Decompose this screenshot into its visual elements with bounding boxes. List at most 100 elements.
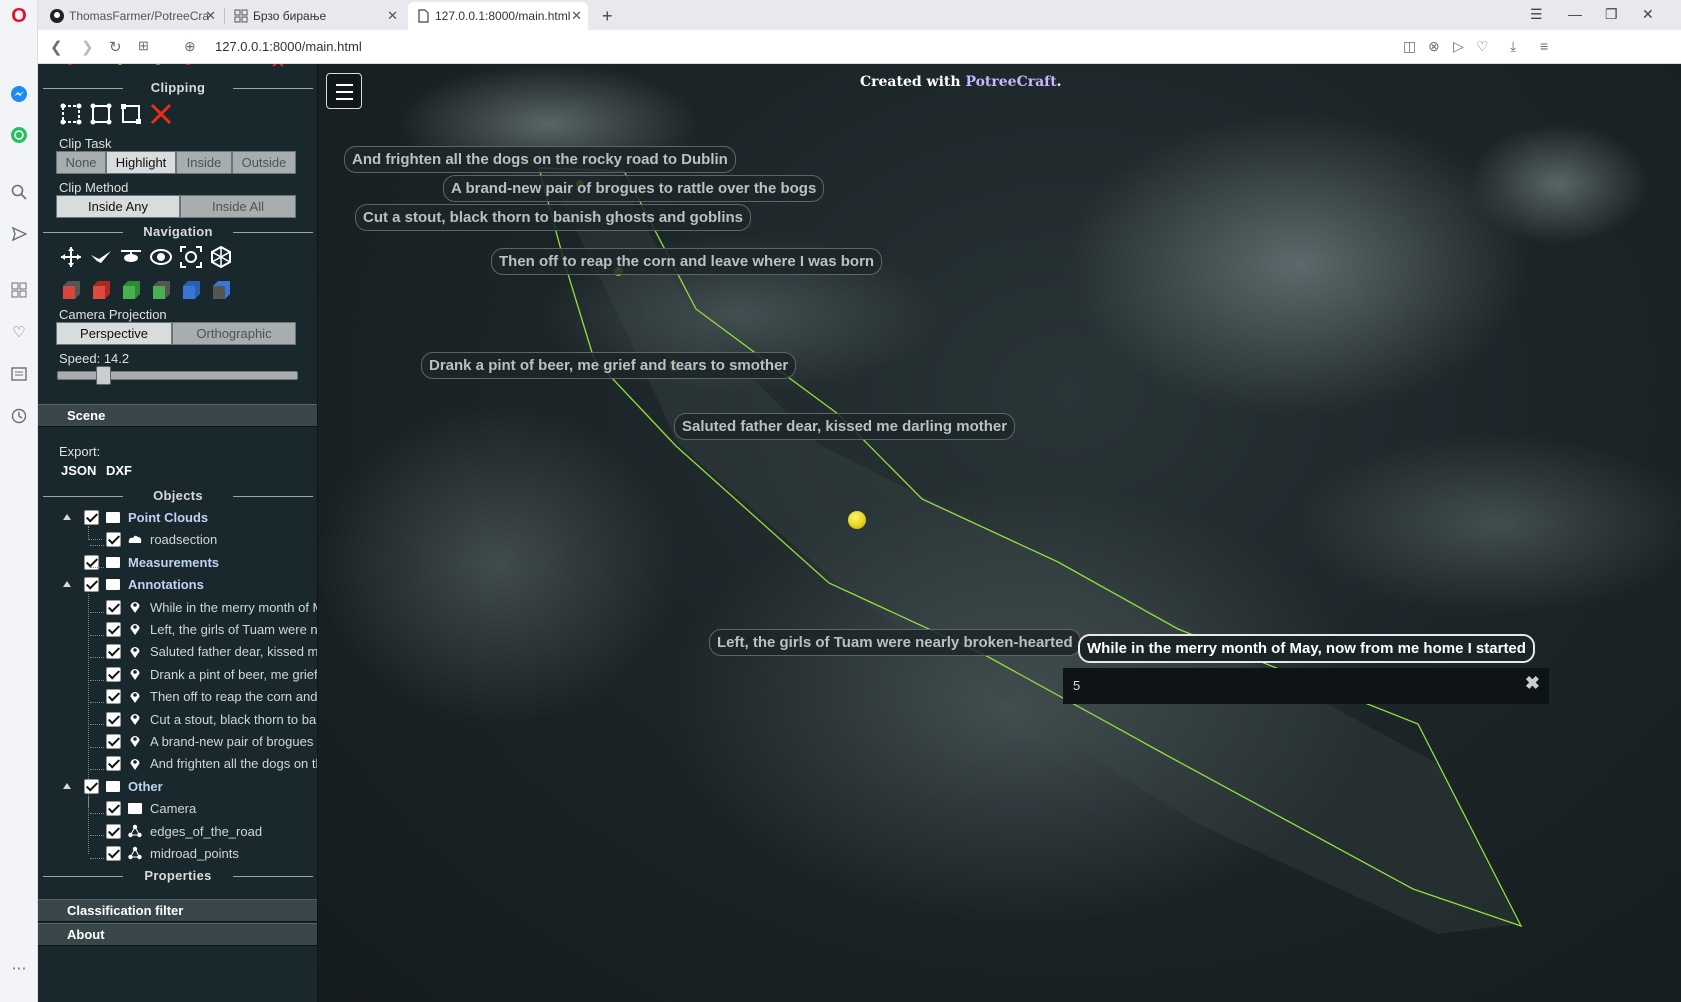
- checkbox-icon[interactable]: [106, 800, 121, 816]
- download-icon[interactable]: ⤓: [1510, 38, 1516, 55]
- easy-setup-icon[interactable]: ≡: [1540, 38, 1548, 54]
- url-field[interactable]: 127.0.0.1:8000/main.html: [215, 39, 362, 54]
- close-tab-icon[interactable]: ✕: [571, 8, 582, 24]
- clip-task-none[interactable]: None: [56, 151, 106, 174]
- send-icon[interactable]: [9, 224, 29, 244]
- clip-polygon-icon[interactable]: [88, 101, 113, 126]
- sidebar-toggle-button[interactable]: [326, 73, 362, 109]
- bottom-view-icon[interactable]: [208, 277, 233, 302]
- helicopter-controls-icon[interactable]: [118, 244, 143, 269]
- focus-controls-icon[interactable]: [178, 244, 203, 269]
- speed-slider-track[interactable]: [57, 371, 298, 380]
- checkbox-icon[interactable]: [106, 644, 121, 660]
- checkbox-icon[interactable]: [106, 689, 121, 705]
- bookmark-heart-icon[interactable]: ♡: [1476, 38, 1489, 55]
- clip-task-inside[interactable]: Inside: [176, 151, 232, 174]
- checkbox-icon[interactable]: [106, 756, 121, 772]
- tree-node-other[interactable]: Other: [84, 776, 163, 796]
- speed-slider-handle[interactable]: [96, 366, 111, 385]
- checkbox-icon[interactable]: [84, 778, 99, 794]
- collapse-other-icon[interactable]: [63, 783, 71, 789]
- tree-node-measurements[interactable]: Measurements: [84, 552, 219, 572]
- remove-clip-icon[interactable]: [148, 101, 173, 126]
- checkbox-icon[interactable]: [106, 666, 121, 682]
- tab-speed-dial[interactable]: Брзо бирање ✕: [226, 2, 404, 30]
- close-window-button[interactable]: ✕: [1642, 6, 1654, 23]
- clip-volume-icon[interactable]: [58, 101, 83, 126]
- export-dxf-button[interactable]: DXF: [106, 463, 132, 478]
- tree-node-midroad-points[interactable]: midroad_points: [106, 843, 239, 863]
- clip-method-inside-all[interactable]: Inside All: [180, 195, 296, 218]
- collapse-annotations-icon[interactable]: [63, 581, 71, 587]
- tree-node-annotation[interactable]: And frighten all the dogs on th: [106, 754, 317, 774]
- annotation-label[interactable]: And frighten all the dogs on the rocky r…: [344, 146, 736, 173]
- checkbox-icon[interactable]: [106, 599, 121, 615]
- annotation-label[interactable]: Left, the girls of Tuam were nearly brok…: [709, 629, 1081, 656]
- annotation-label-highlighted[interactable]: While in the merry month of May, now fro…: [1078, 634, 1535, 663]
- new-tab-button[interactable]: +: [594, 2, 618, 30]
- annotation-label[interactable]: Cut a stout, black thorn to banish ghost…: [355, 204, 752, 231]
- tree-node-annotation[interactable]: Saluted father dear, kissed me: [106, 642, 317, 662]
- projection-perspective[interactable]: Perspective: [56, 322, 172, 345]
- annotation-label[interactable]: A brand-new pair of brogues to rattle ov…: [443, 175, 825, 202]
- restore-button[interactable]: ❐: [1605, 6, 1618, 23]
- whatsapp-icon[interactable]: [9, 125, 29, 145]
- speed-dial-shortcut-icon[interactable]: ⊞: [138, 38, 149, 54]
- tree-node-annotation[interactable]: While in the merry month of M: [106, 597, 317, 617]
- right-view-icon[interactable]: [88, 277, 113, 302]
- annotation-label[interactable]: Saluted father dear, kissed me darling m…: [674, 413, 1016, 440]
- tree-node-point-clouds[interactable]: Point Clouds: [84, 507, 208, 527]
- clip-task-outside[interactable]: Outside: [232, 151, 296, 174]
- checkbox-icon[interactable]: [106, 531, 121, 547]
- annotation-label[interactable]: Then off to reap the corn and leave wher…: [491, 248, 883, 275]
- close-annotation-icon[interactable]: ✖: [1525, 673, 1540, 694]
- tree-node-annotation[interactable]: Cut a stout, black thorn to ban: [106, 709, 317, 729]
- potreecraft-link[interactable]: PotreeCraft: [965, 74, 1056, 90]
- classification-filter-accordion-header[interactable]: Classification filter: [38, 899, 317, 922]
- tree-node-roadsection[interactable]: roadsection: [106, 529, 217, 549]
- heart-icon[interactable]: ♡: [9, 322, 29, 342]
- checkbox-icon[interactable]: [106, 823, 121, 839]
- annotation-label[interactable]: Drank a pint of beer, me grief and tears…: [421, 352, 797, 379]
- messenger-icon[interactable]: [9, 84, 29, 104]
- snapshot-icon[interactable]: ◫: [1403, 38, 1416, 55]
- forward-icon[interactable]: ❯: [81, 38, 94, 56]
- history-icon[interactable]: [9, 406, 29, 426]
- tree-node-edges-of-the-road[interactable]: edges_of_the_road: [106, 821, 262, 841]
- tree-node-annotation[interactable]: A brand-new pair of brogues to: [106, 731, 317, 751]
- site-info-icon[interactable]: ⊕: [184, 38, 196, 55]
- front-view-icon[interactable]: [118, 277, 143, 302]
- clip-screen-box-icon[interactable]: [118, 101, 143, 126]
- back-icon[interactable]: ❮: [50, 38, 63, 56]
- point-cloud-viewer[interactable]: Created with PotreeCraft. And frighten a…: [318, 64, 1681, 1002]
- minimize-button[interactable]: —: [1568, 6, 1582, 22]
- tree-node-annotation[interactable]: Drank a pint of beer, me grief: [106, 664, 317, 684]
- earth-controls-icon[interactable]: [58, 244, 83, 269]
- tree-node-annotations[interactable]: Annotations: [84, 574, 204, 594]
- clip-method-inside-any[interactable]: Inside Any: [56, 195, 180, 218]
- close-tab-icon[interactable]: ✕: [387, 8, 398, 24]
- tree-node-annotation[interactable]: Left, the girls of Tuam were ne: [106, 619, 317, 639]
- close-tab-icon[interactable]: ✕: [205, 8, 216, 24]
- tab-main[interactable]: 127.0.0.1:8000/main.html ✕: [408, 2, 588, 30]
- news-icon[interactable]: [9, 364, 29, 384]
- orbit-controls-icon[interactable]: [148, 244, 173, 269]
- clip-task-highlight[interactable]: Highlight: [106, 151, 176, 174]
- checkbox-icon[interactable]: [84, 509, 99, 525]
- tree-node-annotation[interactable]: Then off to reap the corn and: [106, 687, 317, 707]
- checkbox-icon[interactable]: [106, 845, 121, 861]
- search-icon[interactable]: [9, 182, 29, 202]
- tab-github[interactable]: ThomasFarmer/PotreeCraft ✕: [42, 2, 222, 30]
- navigation-cube-icon[interactable]: [208, 244, 233, 269]
- reload-icon[interactable]: ↻: [109, 38, 122, 56]
- projection-orthographic[interactable]: Orthographic: [172, 322, 296, 345]
- annotation-marker[interactable]: [848, 511, 866, 529]
- tree-node-camera[interactable]: Camera: [106, 798, 196, 818]
- top-view-icon[interactable]: [178, 277, 203, 302]
- opera-logo-icon[interactable]: O: [9, 5, 29, 27]
- apps-icon[interactable]: [9, 280, 29, 300]
- flow-icon[interactable]: ▷: [1453, 38, 1464, 55]
- about-accordion-header[interactable]: About: [38, 923, 317, 946]
- checkbox-icon[interactable]: [106, 733, 121, 749]
- adblock-icon[interactable]: ⊗: [1428, 38, 1440, 55]
